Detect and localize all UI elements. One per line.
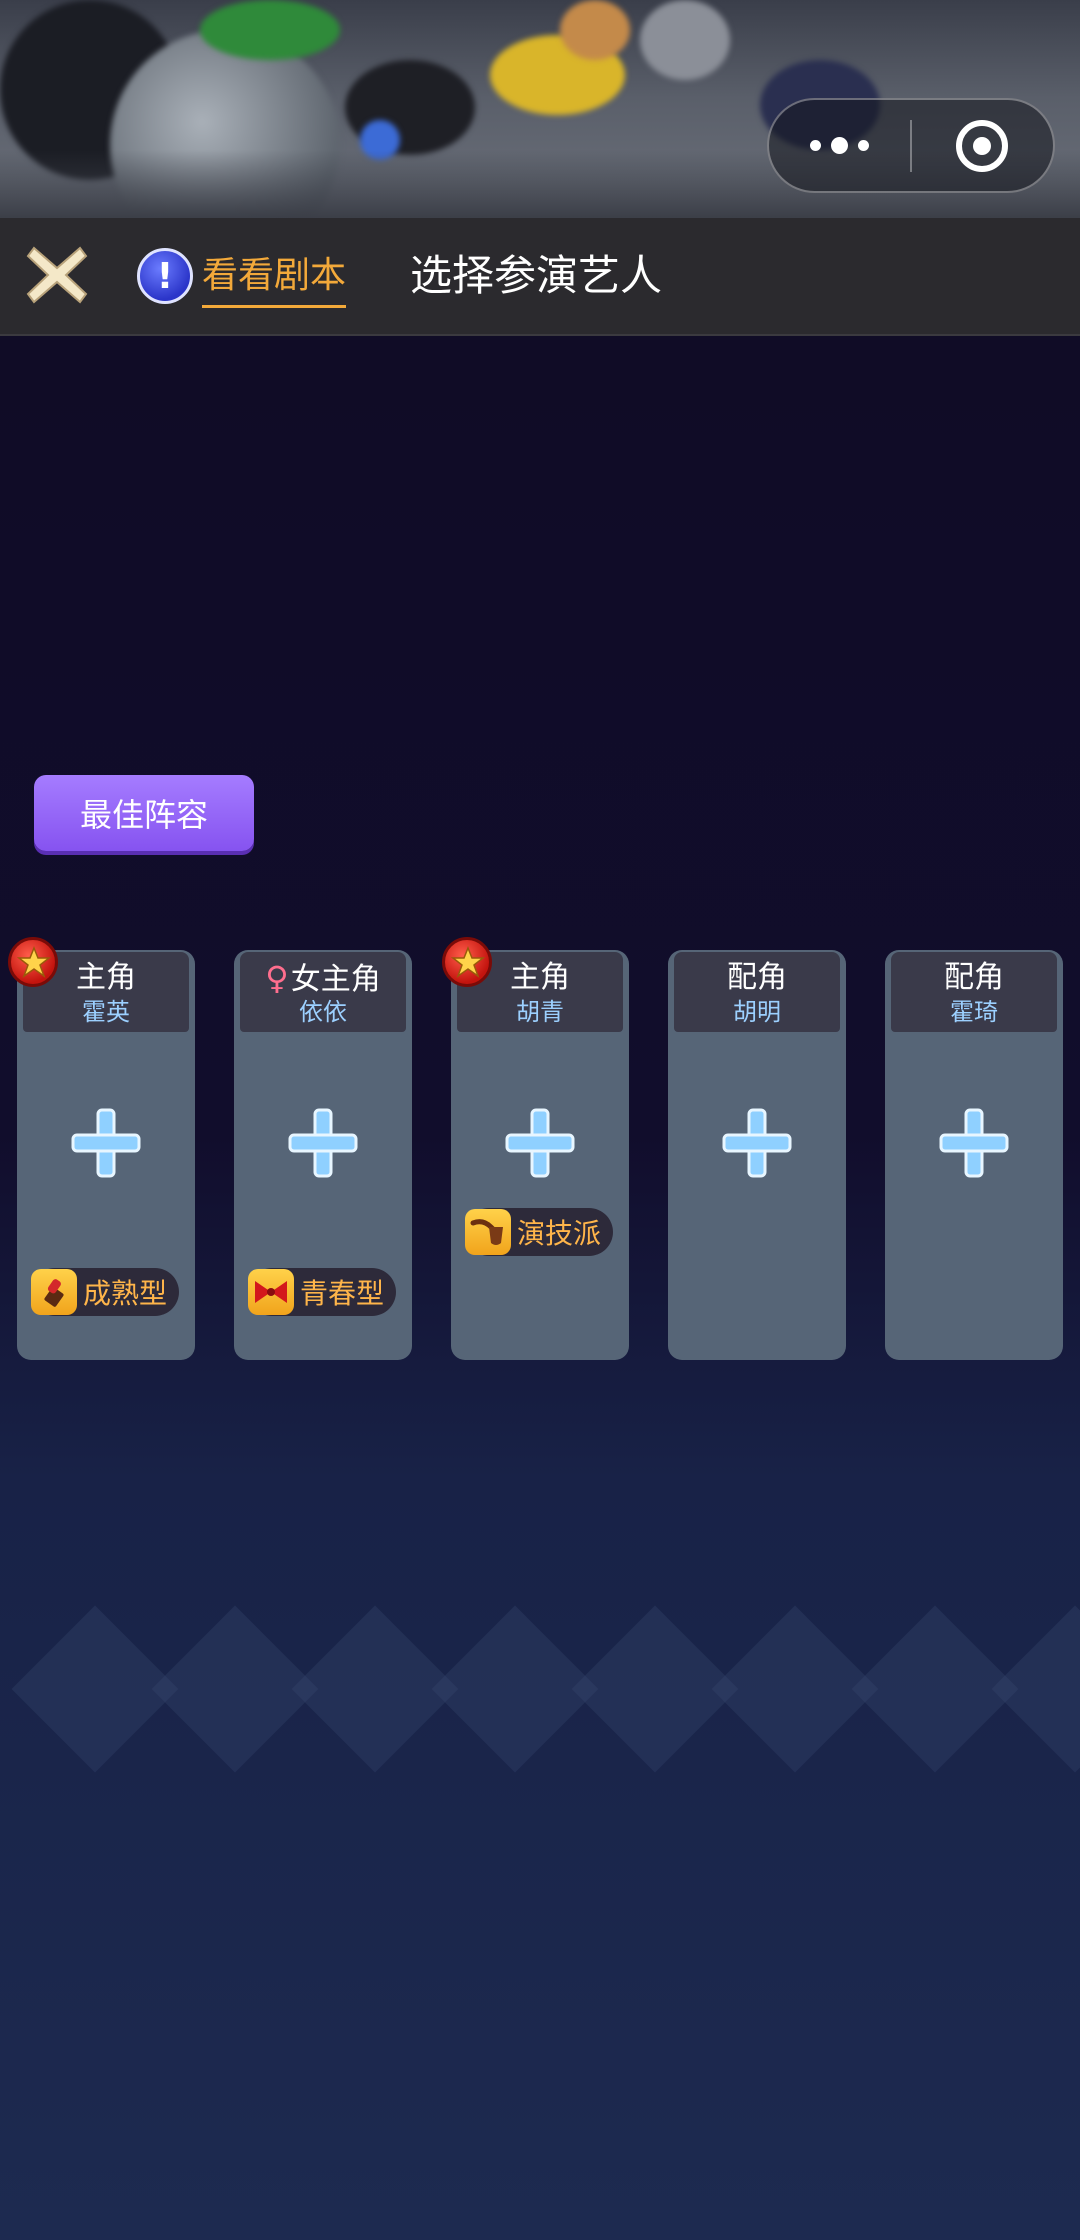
actor-name: 依依 <box>299 998 347 1026</box>
role-label: 配角 <box>944 960 1004 995</box>
more-options-button[interactable] <box>769 100 910 191</box>
target-circle-icon <box>956 119 1009 172</box>
role-slot-3[interactable]: 主角 胡青 演技派 <box>451 950 629 1360</box>
role-header: ♀女主角 依依 <box>240 952 406 1032</box>
view-script-tab[interactable]: 看看剧本 <box>202 248 347 308</box>
scene-banner <box>0 0 1080 218</box>
actor-name: 霍英 <box>82 998 130 1026</box>
close-x-icon <box>26 246 88 304</box>
bow-icon <box>248 1269 294 1315</box>
role-label: ♀女主角 <box>265 959 381 997</box>
add-artist-plus-icon[interactable] <box>503 1106 577 1180</box>
info-icon[interactable]: ! <box>137 248 193 304</box>
actor-name: 霍琦 <box>950 998 998 1026</box>
miniprogram-capsule <box>767 98 1055 193</box>
female-icon: ♀ <box>265 959 289 997</box>
more-dots-icon <box>810 140 821 151</box>
role-slot-1[interactable]: 主角 霍英 成熟型 <box>17 950 195 1360</box>
add-artist-plus-icon[interactable] <box>937 1106 1011 1180</box>
page-title: 选择参演艺人 <box>410 251 663 300</box>
role-header: 配角 霍琦 <box>891 952 1057 1032</box>
exit-miniprogram-button[interactable] <box>912 100 1053 191</box>
trait-tag: 青春型 <box>248 1268 397 1316</box>
add-artist-plus-icon[interactable] <box>69 1106 143 1180</box>
trait-tag: 成熟型 <box>31 1268 180 1316</box>
close-button[interactable] <box>22 240 92 310</box>
star-badge-icon <box>8 937 58 987</box>
diamond-pattern <box>0 1590 1080 1790</box>
role-slot-4[interactable]: 配角 胡明 <box>668 950 846 1360</box>
role-header: 配角 胡明 <box>674 952 840 1032</box>
role-label: 配角 <box>727 960 787 995</box>
lipstick-icon <box>31 1269 77 1315</box>
add-artist-plus-icon[interactable] <box>286 1106 360 1180</box>
trait-tag: 演技派 <box>465 1208 614 1256</box>
role-slot-2[interactable]: ♀女主角 依依 青春型 <box>234 950 412 1360</box>
role-slot-5[interactable]: 配角 霍琦 <box>885 950 1063 1360</box>
actor-name: 胡明 <box>733 998 781 1026</box>
best-lineup-button[interactable]: 最佳阵容 <box>34 775 254 851</box>
pipe-icon <box>465 1209 511 1255</box>
actor-name: 胡青 <box>516 998 564 1026</box>
add-artist-plus-icon[interactable] <box>720 1106 794 1180</box>
star-badge-icon <box>442 937 492 987</box>
header-bar: ! 看看剧本 选择参演艺人 <box>0 218 1080 336</box>
